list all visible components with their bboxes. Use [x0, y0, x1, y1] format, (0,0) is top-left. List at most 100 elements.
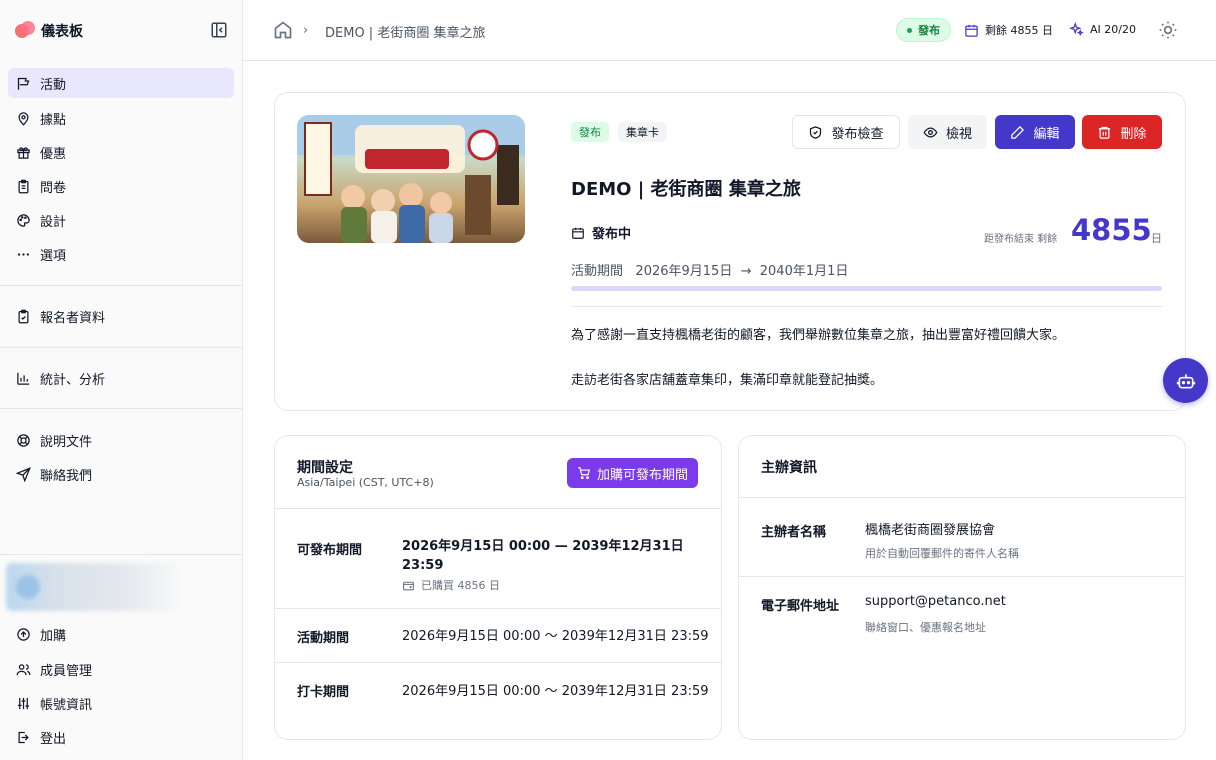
organizer-card	[738, 435, 1186, 740]
sidebar-divider	[0, 554, 243, 555]
event-type-badge: 集章卡	[618, 122, 667, 142]
map-pin-icon	[18, 111, 29, 126]
divider	[739, 576, 1185, 577]
bar-chart-icon	[17, 372, 30, 385]
view-label: 檢視	[945, 126, 972, 142]
sidebar-item-docs[interactable]: 說明文件	[8, 425, 234, 455]
sidebar-item-stats[interactable]: 統計、分析	[8, 363, 234, 393]
sidebar-item-label: 報名者資料	[40, 310, 106, 326]
users-icon	[16, 663, 31, 675]
breadcrumb[interactable]: DEMO | 老街商圈 集章之旅	[325, 22, 485, 41]
sidebar-item-offers[interactable]: 優惠	[8, 137, 234, 167]
organizer-name-value: 楓橋老街商圈發展協會	[865, 523, 996, 538]
organizer-email-note: 聯絡窗口、優惠報名地址	[865, 621, 986, 634]
trash-icon	[1099, 126, 1111, 139]
organizer-email-label: 電子郵件地址	[761, 599, 840, 614]
divider	[275, 608, 721, 609]
sidebar-item-locations[interactable]: 據點	[8, 103, 234, 133]
avatar	[16, 575, 40, 599]
delete-button[interactable]: 刪除	[1082, 115, 1162, 149]
assistant-button[interactable]	[1163, 358, 1208, 403]
arrow-up-circle-icon	[17, 627, 30, 641]
sidebar-item-label: 成員管理	[40, 663, 93, 679]
sidebar-item-members[interactable]: 成員管理	[8, 654, 234, 684]
purchased-days-note: 已購買 4856 日	[402, 577, 500, 593]
event-description-line: 走訪老街各家店舖蓋章集印，集滿印章就能登記抽獎。	[571, 373, 884, 388]
sidebar-item-purchase[interactable]: 加購	[8, 619, 234, 649]
sidebar-item-account[interactable]: 帳號資訊	[8, 688, 234, 718]
sidebar-item-surveys[interactable]: 問卷	[8, 171, 234, 201]
arrow-right-icon: →	[740, 264, 752, 279]
remaining-days-unit: 日	[1151, 232, 1162, 245]
publish-check-button[interactable]: 發布檢查	[792, 115, 900, 149]
activity-period-label: 活動期間	[297, 631, 350, 646]
remaining-days-indicator: 剩餘 4855 日	[964, 22, 1053, 38]
sidebar-title: 儀表板	[41, 24, 83, 40]
event-period: 活動期間 2026年9月15日 → 2040年1月1日	[571, 260, 848, 279]
divider	[275, 508, 721, 509]
sidebar-item-registrants[interactable]: 報名者資料	[8, 301, 234, 331]
checkin-period-value: 2026年9月15日 00:00 〜 2039年12月31日 23:59	[402, 684, 709, 699]
sidebar-item-label: 優惠	[40, 146, 67, 162]
calendar-icon	[965, 24, 978, 37]
ai-quota-indicator: AI 20/20	[1069, 22, 1136, 37]
sidebar-item-options[interactable]: 選項	[8, 239, 234, 269]
bot-icon	[1176, 373, 1195, 388]
event-title: DEMO | 老街商圈 集章之旅	[571, 179, 801, 200]
status-dot-icon	[907, 27, 912, 33]
account-switcher[interactable]	[6, 563, 184, 611]
sidebar-collapse-icon[interactable]	[210, 21, 228, 39]
publish-status-badge: 發布	[571, 122, 609, 142]
organizer-title: 主辦資訊	[761, 460, 817, 476]
sidebar-item-label: 登出	[40, 731, 67, 747]
sidebar-item-label: 帳號資訊	[40, 697, 93, 713]
publishable-period-value-cont: 23:59	[402, 558, 444, 573]
sidebar: 儀表板 活動 據點 優惠 問卷 設計 選項 報名者資料 統計、分析 說明文件 聯…	[0, 0, 243, 760]
eye-icon	[923, 126, 938, 138]
divider	[571, 306, 1162, 307]
divider	[739, 497, 1185, 498]
edit-button[interactable]: 編輯	[995, 115, 1075, 149]
send-icon	[16, 466, 31, 482]
delete-label: 刪除	[1120, 126, 1147, 142]
event-banner-image[interactable]	[297, 115, 525, 243]
sidebar-item-activities[interactable]: 活動	[8, 68, 234, 98]
sidebar-divider	[0, 408, 243, 409]
divider	[275, 662, 721, 663]
remaining-label: 距發布結束 剩餘	[984, 234, 1058, 245]
sidebar-item-label: 設計	[40, 214, 67, 230]
home-icon[interactable]	[273, 20, 293, 40]
event-progress-bar	[571, 286, 1162, 291]
event-period-start: 2026年9月15日	[635, 264, 733, 279]
activity-period-value: 2026年9月15日 00:00 〜 2039年12月31日 23:59	[402, 629, 709, 644]
calendar-icon	[572, 227, 584, 239]
lifebuoy-icon	[17, 433, 30, 447]
theme-toggle-sun-icon[interactable]	[1158, 20, 1178, 40]
publish-check-label: 發布檢查	[831, 126, 884, 142]
view-button[interactable]: 檢視	[908, 115, 987, 149]
palette-icon	[17, 213, 30, 227]
sidebar-item-contact[interactable]: 聯絡我們	[8, 459, 234, 489]
sliders-icon	[17, 697, 30, 709]
clipboard-list-icon	[18, 179, 29, 193]
remaining-days-count: 4855	[1071, 213, 1152, 247]
shield-check-icon	[810, 125, 822, 139]
logout-icon	[18, 731, 29, 743]
top-bar: › DEMO | 老街商圈 集章之旅 發布 剩餘 4855 日 AI 20/20	[243, 0, 1216, 61]
cart-icon	[578, 467, 590, 480]
sidebar-item-logout[interactable]: 登出	[8, 722, 234, 752]
clipboard-check-icon	[18, 309, 29, 323]
publishable-period-value: 2026年9月15日 00:00 — 2039年12月31日	[402, 539, 684, 554]
status-badge-label: 發布	[918, 24, 940, 37]
buy-publish-period-button[interactable]: 加購可發布期間	[567, 458, 698, 488]
checkin-period-label: 打卡期間	[297, 685, 350, 700]
wallet-icon	[403, 581, 414, 590]
organizer-name-label: 主辦者名稱	[761, 525, 827, 540]
flag-icon	[17, 77, 30, 90]
publishable-period-label: 可發布期間	[297, 543, 363, 558]
ai-quota-text: AI 20/20	[1090, 23, 1136, 36]
sidebar-item-design[interactable]: 設計	[8, 205, 234, 235]
event-state-label: 發布中	[592, 227, 632, 242]
pencil-icon	[1011, 125, 1025, 139]
sidebar-item-label: 選項	[40, 248, 67, 264]
